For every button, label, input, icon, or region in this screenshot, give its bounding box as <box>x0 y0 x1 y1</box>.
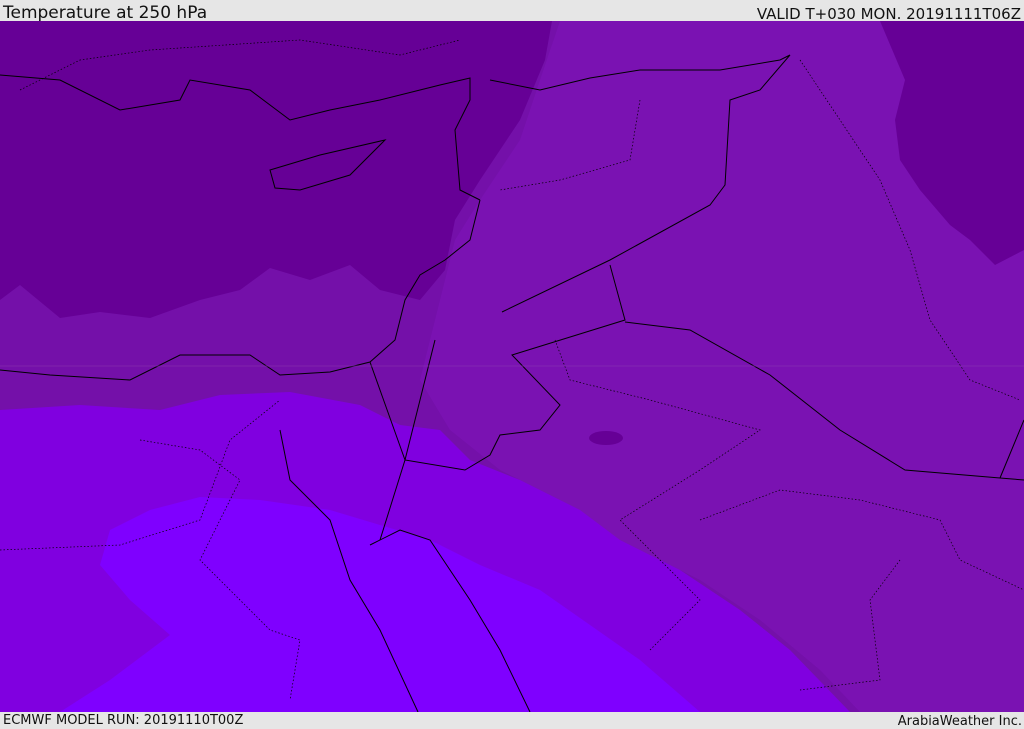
header-bar: Temperature at 250 hPa VALID T+030 MON. … <box>0 0 1024 23</box>
model-run: ECMWF MODEL RUN: 20191110T00Z <box>3 713 244 728</box>
temperature-map[interactable] <box>0 21 1024 712</box>
map-title: Temperature at 250 hPa <box>3 3 208 23</box>
credit: ArabiaWeather Inc. <box>897 714 1022 729</box>
cold-spot <box>589 431 623 445</box>
footer-bar: ECMWF MODEL RUN: 20191110T00Z ArabiaWeat… <box>0 712 1024 729</box>
